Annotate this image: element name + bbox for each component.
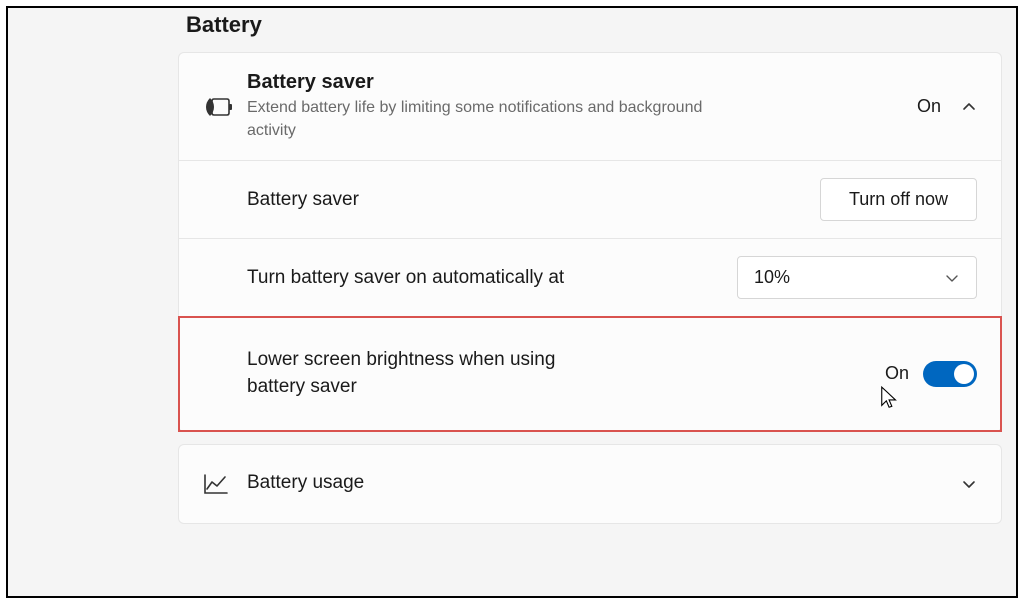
battery-saver-title: Battery saver [247,71,901,94]
battery-saver-main: Battery saver Extend battery life by lim… [247,71,917,142]
section-title: Battery [186,12,1002,38]
toggle-knob [954,364,974,384]
battery-usage-panel[interactable]: Battery usage [178,444,1002,524]
battery-saver-status: On [917,96,941,117]
lower-brightness-toggle[interactable] [923,361,977,387]
battery-saver-description: Extend battery life by limiting some not… [247,96,727,142]
lower-brightness-label: Lower screen brightness when using batte… [247,347,577,400]
battery-saver-control-row: Battery saver Turn off now [179,161,1001,239]
turn-off-now-button[interactable]: Turn off now [820,178,977,221]
lower-brightness-row: Lower screen brightness when using batte… [179,317,1001,430]
battery-usage-row[interactable]: Battery usage [179,445,1001,523]
battery-usage-title: Battery usage [247,470,945,497]
battery-saver-panel: Battery saver Extend battery life by lim… [178,52,1002,432]
chevron-up-icon[interactable] [961,99,977,115]
auto-threshold-value: 10% [754,267,790,288]
chevron-down-icon[interactable] [961,476,977,492]
battery-saver-header[interactable]: Battery saver Extend battery life by lim… [179,53,1001,161]
settings-content: Battery Battery saver Extend battery lif… [8,8,1016,596]
cursor-icon [879,385,901,413]
chevron-down-icon [944,270,960,286]
auto-threshold-row: Turn battery saver on automatically at 1… [179,239,1001,317]
auto-threshold-label: Turn battery saver on automatically at [247,265,721,292]
chart-icon [203,473,247,495]
battery-saver-label: Battery saver [247,187,804,214]
lower-brightness-toggle-label: On [885,363,909,384]
battery-saver-icon [203,96,247,118]
auto-threshold-select[interactable]: 10% [737,256,977,299]
window-frame: Battery Battery saver Extend battery lif… [6,6,1018,598]
